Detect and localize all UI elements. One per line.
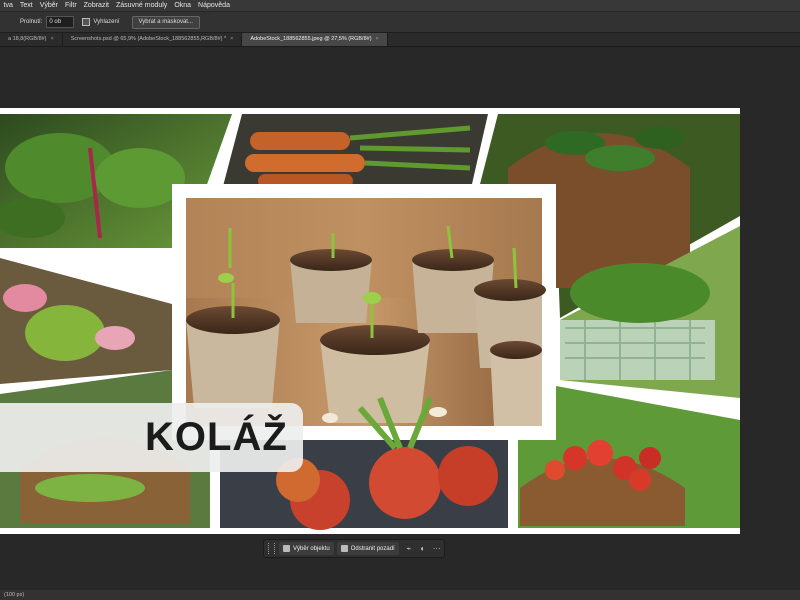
- lasso-icon[interactable]: ⌁: [402, 544, 416, 553]
- tab-label: a 18,8(RGB/8#): [8, 36, 47, 42]
- menu-item-tva[interactable]: tva: [0, 2, 16, 9]
- menu-item-window[interactable]: Okna: [171, 2, 195, 9]
- more-options-button[interactable]: ···: [430, 544, 444, 553]
- tab-document-1[interactable]: a 18,8(RGB/8#) ×: [0, 33, 63, 46]
- tab-document-3[interactable]: AdobeStock_188562855.jpeg @ 27,5% (RGB/8…: [242, 33, 388, 46]
- menu-item-help[interactable]: Nápověda: [195, 2, 234, 9]
- antialias-checkbox[interactable]: [82, 18, 91, 26]
- antialias-label: Vyhlazení: [93, 19, 120, 25]
- remove-background-button[interactable]: Odstranit pozadí: [336, 542, 399, 555]
- feather-label: Prolnutí:: [20, 19, 43, 25]
- tab-label: AdobeStock_188562855.jpeg @ 27,5% (RGB/8…: [250, 36, 372, 42]
- image-icon: [340, 545, 348, 552]
- menu-bar: tva Text Výběr Filtr Zobrazit Zásuvné mo…: [0, 0, 800, 11]
- feather-input[interactable]: 0 ob: [46, 16, 75, 28]
- remove-background-label: Odstranit pozadí: [350, 545, 395, 552]
- person-icon: [283, 545, 290, 552]
- menu-item-select[interactable]: Výběr: [36, 2, 61, 9]
- close-icon[interactable]: ×: [230, 36, 233, 42]
- close-icon[interactable]: ×: [376, 36, 379, 42]
- contextual-task-bar: Výběr objektu Odstranit pozadí ⌁ ◐ ···: [263, 539, 445, 558]
- tab-document-2[interactable]: Screenshots.psd @ 65,9% (AdobeStock_1885…: [63, 33, 243, 46]
- zoom-readout: (100 px): [4, 592, 25, 598]
- options-bar: Prolnutí: 0 ob Vyhlazení Vybrat a maskov…: [0, 12, 800, 33]
- status-bar: (100 px): [0, 590, 800, 600]
- menu-item-filter[interactable]: Filtr: [61, 2, 80, 9]
- adjustment-icon[interactable]: ◐: [416, 544, 430, 553]
- collage-title: KOLÁŽ: [145, 415, 288, 459]
- menu-item-view[interactable]: Zobrazit: [80, 2, 112, 9]
- select-subject-button[interactable]: Výběr objektu: [279, 542, 334, 555]
- select-and-mask-button[interactable]: Vybrat a maskovat...: [131, 15, 200, 29]
- select-subject-label: Výběr objektu: [293, 545, 330, 552]
- close-icon[interactable]: ×: [51, 36, 54, 42]
- menu-item-plugins[interactable]: Zásuvné moduly: [112, 2, 170, 9]
- drag-handle-icon[interactable]: [268, 543, 275, 554]
- document-tabs: a 18,8(RGB/8#) × Screenshots.psd @ 65,9% …: [0, 33, 800, 47]
- menu-item-text[interactable]: Text: [16, 2, 36, 9]
- tab-label: Screenshots.psd @ 65,9% (AdobeStock_1885…: [70, 36, 227, 42]
